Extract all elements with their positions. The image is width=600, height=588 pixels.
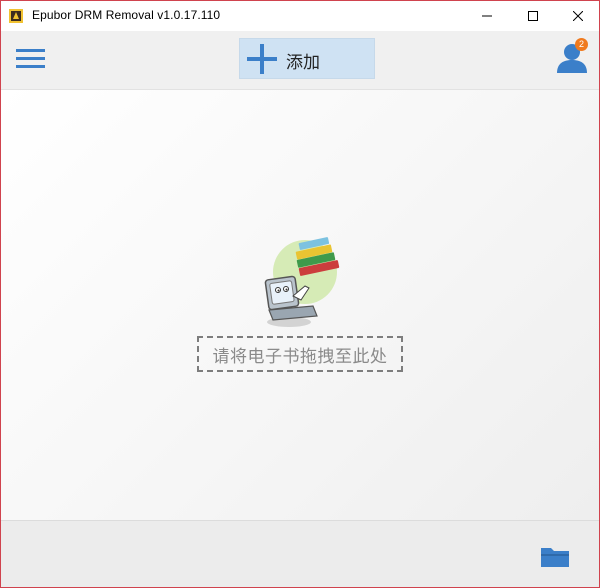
drop-area[interactable]: 请将电子书拖拽至此处 — [1, 90, 599, 520]
maximize-icon — [528, 11, 538, 21]
close-icon — [573, 11, 583, 21]
dropzone-box[interactable]: 请将电子书拖拽至此处 — [197, 336, 403, 372]
app-logo-icon — [9, 9, 23, 23]
app-window: Epubor DRM Removal v1.0.17.110 添加 2 请将电子… — [0, 0, 600, 588]
add-button-label: 添加 — [286, 53, 320, 73]
minimize-button[interactable] — [464, 1, 510, 31]
toolbar: 添加 2 — [1, 31, 599, 90]
add-button[interactable]: 添加 — [239, 38, 375, 79]
notification-badge[interactable]: 2 — [575, 38, 588, 51]
maximize-button[interactable] — [510, 1, 556, 31]
footer-bar — [1, 520, 599, 587]
plus-icon — [247, 44, 277, 74]
title-bar[interactable]: Epubor DRM Removal v1.0.17.110 — [1, 1, 599, 31]
minimize-icon — [482, 15, 492, 17]
window-title: Epubor DRM Removal v1.0.17.110 — [32, 8, 221, 22]
books-computer-mascot-icon — [264, 237, 340, 327]
folder-icon[interactable] — [540, 545, 570, 569]
close-button[interactable] — [555, 1, 599, 31]
hamburger-menu-icon[interactable] — [15, 45, 47, 73]
dropzone-text: 请将电子书拖拽至此处 — [212, 346, 388, 367]
